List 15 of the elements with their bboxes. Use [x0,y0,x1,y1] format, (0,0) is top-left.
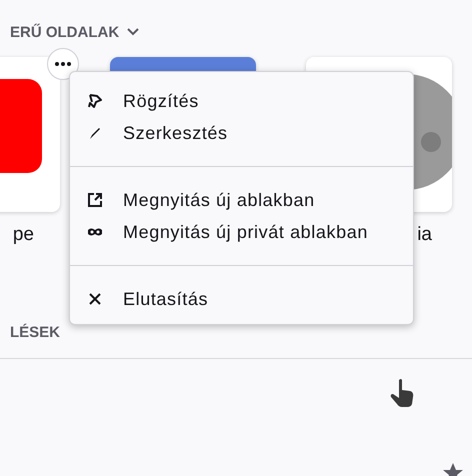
tile-label: ia [417,224,432,246]
menu-item[interactable]: Megnyitás új privát ablakban [70,216,413,248]
tile-label: pe [12,224,34,246]
section-title: LÉSEK [10,324,60,343]
star-icon [442,462,464,476]
menu-item[interactable]: Szerkesztés [70,117,413,149]
dismiss-icon [87,291,103,307]
pencil-icon [87,125,103,141]
new-window-icon [87,192,103,208]
menu-item[interactable]: Elutasítás [70,283,413,315]
chevron-down-icon[interactable] [127,28,140,36]
menu-item[interactable]: Rögzítés [70,85,413,117]
more-icon [55,62,71,66]
section-title: ERŰ OLDALAK [10,24,120,40]
menu-item[interactable]: Megnyitás új ablakban [70,184,413,216]
